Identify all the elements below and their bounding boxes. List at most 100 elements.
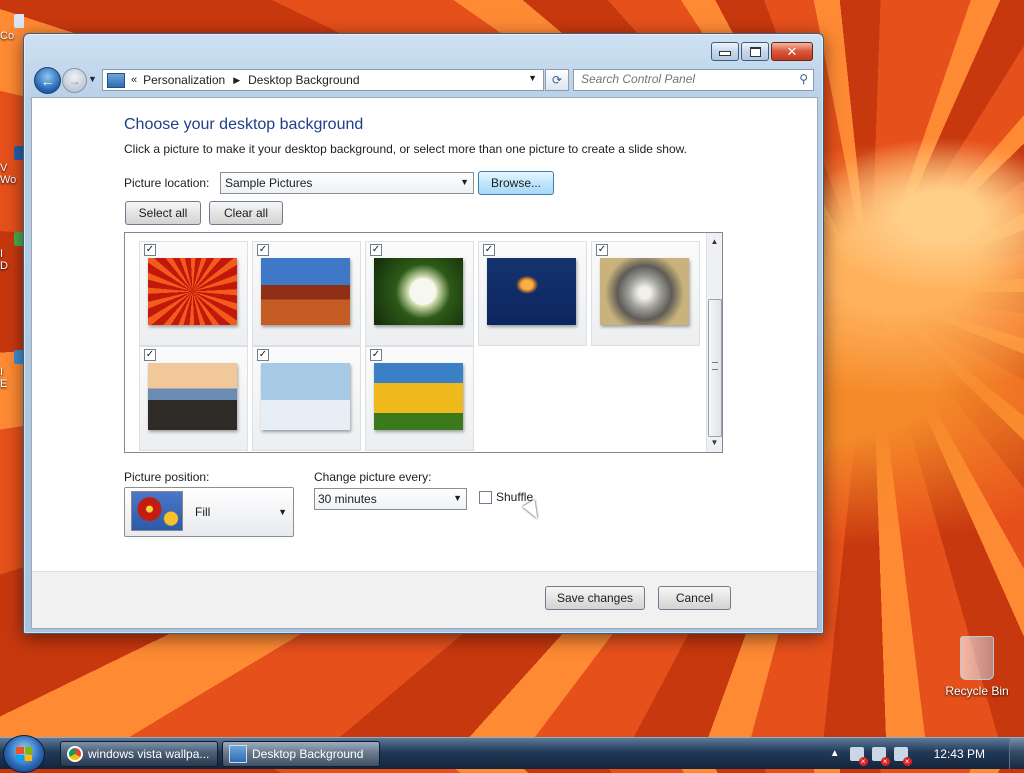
hydrangeas-picture [374,258,463,325]
minimize-icon [719,51,731,56]
lighthouse-picture [148,363,237,430]
penguins-picture [261,363,350,430]
history-dropdown-icon[interactable]: ▼ [88,74,97,84]
content-pane: Choose your desktop background Click a p… [31,97,818,629]
taskbar-button-browser[interactable]: windows vista wallpa... [60,741,218,767]
thumbnail-checkbox[interactable]: ✓ [144,244,156,256]
dropdown-arrow-icon: ▼ [453,493,462,503]
desktop-background-window: ✕ ← → ▼ « Personalization ▶ Desktop Back… [23,33,824,634]
search-icon[interactable]: ⚲ [799,72,808,86]
dialog-footer: Save changes Cancel [32,571,817,628]
start-button[interactable] [3,735,45,773]
picture-location-select[interactable]: Sample Pictures ▼ [220,172,474,194]
change-picture-label: Change picture every: [314,470,432,484]
forward-button[interactable]: → [62,68,87,93]
picture-thumbnail[interactable]: ✓ [252,346,361,451]
clock[interactable]: 12:43 PM [934,747,985,761]
picture-gallery: ✓ ✓ ✓ ✓ ✓ ✓ ✓ ✓ ▲ ▼ [124,232,723,453]
search-input[interactable] [574,70,781,88]
breadcrumb-overflow[interactable]: « [131,74,137,86]
arrow-right-icon: → [68,73,81,88]
shuffle-label[interactable]: Shuffle [496,490,533,504]
desktop-icon-recycle-bin[interactable]: Recycle Bin [944,636,1010,698]
taskbar-button-desktop-background[interactable]: Desktop Background [222,741,380,767]
scrollbar-thumb[interactable] [708,299,722,437]
control-panel-icon [229,745,247,763]
save-changes-button[interactable]: Save changes [545,586,645,610]
thumbnail-checkbox[interactable]: ✓ [257,244,269,256]
breadcrumb-separator-icon[interactable]: ▶ [233,75,240,86]
page-description: Click a picture to make it your desktop … [124,142,687,156]
picture-thumbnail[interactable]: ✓ [478,241,587,346]
picture-location-label: Picture location: [124,176,210,190]
shuffle-checkbox[interactable]: Shuffle [479,490,533,504]
refresh-icon: ⟳ [551,73,563,87]
desktop-icon-shortcut[interactable]: I D [0,232,24,296]
position-preview-image [131,491,183,531]
picture-position-value: Fill [195,505,211,519]
jellyfish-picture [487,258,576,325]
arrow-left-icon: ← [40,72,55,89]
checkbox-box[interactable] [479,490,492,504]
thumbnail-checkbox[interactable]: ✓ [596,244,608,256]
desktop-icon-word[interactable]: V Wo [0,146,24,194]
taskbar-button-label: windows vista wallpa... [88,747,210,761]
cancel-button[interactable]: Cancel [658,586,731,610]
grip-icon [712,362,718,370]
clear-all-button[interactable]: Clear all [209,201,283,225]
picture-thumbnail[interactable]: ✓ [365,241,474,346]
volume-icon[interactable] [893,746,912,766]
show-desktop-button[interactable] [1009,738,1024,769]
tulips-picture [374,363,463,430]
maximize-button[interactable] [741,42,769,61]
breadcrumb-desktop-background[interactable]: Desktop Background [248,73,359,87]
picture-thumbnail[interactable]: ✓ [252,241,361,346]
browse-button[interactable]: Browse... [478,171,554,195]
thumbnail-checkbox[interactable]: ✓ [370,244,382,256]
chrysanthemum-picture [148,258,237,325]
desktop-icon-label: Co [0,30,15,42]
thumbnail-checkbox[interactable]: ✓ [483,244,495,256]
koala-picture [600,258,689,325]
desktop-icon-ie[interactable]: I E [0,350,24,406]
picture-thumbnail[interactable]: ✓ [139,346,248,451]
picture-thumbnail[interactable]: ✓ [365,346,474,451]
taskbar-button-label: Desktop Background [252,747,364,761]
thumbnail-checkbox[interactable]: ✓ [144,349,156,361]
desktop-icon-computer[interactable]: Co [0,14,24,74]
address-bar[interactable]: « Personalization ▶ Desktop Background ▼ [102,69,544,91]
desert-picture [261,258,350,325]
caption-buttons: ✕ [709,42,813,61]
address-dropdown-icon[interactable]: ▼ [528,73,537,83]
picture-position-label: Picture position: [124,470,210,484]
picture-thumbnail[interactable]: ✓ [591,241,700,346]
notification-area: ▲ 12:43 PM [830,738,1024,769]
back-button[interactable]: ← [34,67,61,94]
action-center-icon[interactable] [849,746,868,766]
close-button[interactable]: ✕ [771,42,813,61]
change-picture-select[interactable]: 30 minutes ▼ [314,488,467,510]
breadcrumb-personalization[interactable]: Personalization [143,73,225,87]
page-title: Choose your desktop background [124,116,364,133]
search-box[interactable]: ⚲ [573,69,814,91]
refresh-button[interactable]: ⟳ [545,69,569,91]
scroll-up-icon[interactable]: ▲ [707,235,722,249]
thumbnail-checkbox[interactable]: ✓ [257,349,269,361]
picture-position-select[interactable]: Fill ▼ [124,487,294,537]
dropdown-arrow-icon: ▼ [460,177,469,187]
recycle-bin-icon [960,636,994,680]
select-all-button[interactable]: Select all [125,201,201,225]
network-icon[interactable] [871,746,890,766]
close-icon: ✕ [786,44,798,59]
desktop-icon-label: Wo [0,174,17,186]
dropdown-arrow-icon: ▼ [278,507,287,517]
desktop-icon-label: I [0,248,4,260]
change-picture-value: 30 minutes [318,492,377,506]
minimize-button[interactable] [711,42,739,61]
scroll-down-icon[interactable]: ▼ [707,436,722,450]
taskbar: windows vista wallpa... Desktop Backgrou… [0,735,1024,773]
thumbnail-checkbox[interactable]: ✓ [370,349,382,361]
show-hidden-icons-icon[interactable]: ▲ [830,748,840,759]
gallery-scrollbar[interactable]: ▲ ▼ [706,233,722,452]
picture-thumbnail[interactable]: ✓ [139,241,248,346]
